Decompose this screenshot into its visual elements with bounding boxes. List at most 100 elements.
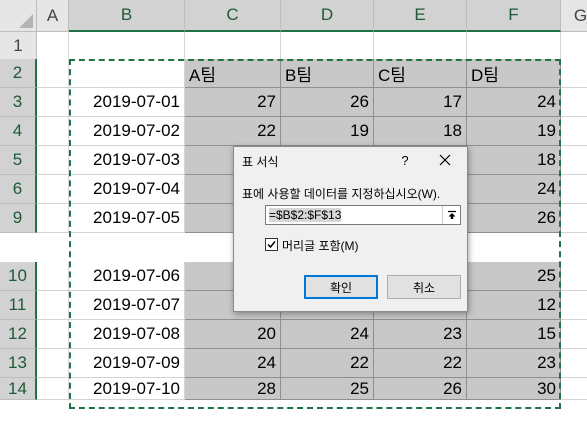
cell-g2[interactable] bbox=[561, 59, 587, 88]
table-cell[interactable]: 25 bbox=[467, 262, 561, 291]
dialog-title: 표 서식 bbox=[242, 155, 279, 169]
table-header-cell[interactable]: B팀 bbox=[281, 59, 374, 88]
cell-b1[interactable] bbox=[69, 32, 185, 61]
table-cell[interactable]: 26 bbox=[374, 378, 467, 400]
table-cell[interactable]: 23 bbox=[467, 349, 561, 378]
close-button[interactable] bbox=[432, 149, 458, 171]
cell-c1[interactable] bbox=[185, 32, 281, 61]
table-cell[interactable]: 18 bbox=[374, 117, 467, 146]
help-button[interactable]: ? bbox=[392, 149, 418, 171]
column-header-a[interactable]: A bbox=[37, 0, 69, 32]
close-icon bbox=[439, 154, 451, 166]
column-header-e[interactable]: E bbox=[374, 0, 467, 32]
range-input[interactable]: =$B$2:$F$13 bbox=[265, 205, 461, 225]
cell-g5[interactable] bbox=[561, 146, 587, 175]
table-header-cell[interactable]: A팀 bbox=[185, 59, 281, 88]
ok-button[interactable]: 확인 bbox=[304, 275, 378, 299]
table-cell[interactable]: 2019-07-06 bbox=[69, 262, 185, 291]
cell-g6[interactable] bbox=[561, 175, 587, 204]
select-all-corner[interactable] bbox=[0, 0, 37, 32]
row-header-2[interactable]: 2 bbox=[0, 59, 37, 88]
range-value: =$B$2:$F$13 bbox=[269, 208, 342, 222]
table-cell[interactable]: 2019-07-02 bbox=[69, 117, 185, 146]
table-header-cell[interactable]: D팀 bbox=[467, 59, 561, 88]
row-header-4[interactable]: 4 bbox=[0, 117, 37, 146]
table-cell[interactable]: 2019-07-09 bbox=[69, 349, 185, 378]
table-cell[interactable]: 2019-07-04 bbox=[69, 175, 185, 204]
cell-g11[interactable] bbox=[561, 291, 587, 320]
cell-a5[interactable] bbox=[37, 146, 69, 175]
cell-a9[interactable] bbox=[37, 204, 69, 233]
cell-a10[interactable] bbox=[37, 262, 69, 291]
collapse-dialog-button[interactable] bbox=[442, 206, 460, 224]
cell-g3[interactable] bbox=[561, 88, 587, 117]
cell-g13[interactable] bbox=[561, 349, 587, 378]
table-cell[interactable]: 22 bbox=[374, 349, 467, 378]
column-header-b[interactable]: B bbox=[69, 0, 185, 32]
row-header-12[interactable]: 12 bbox=[0, 320, 37, 349]
cell-a11[interactable] bbox=[37, 291, 69, 320]
table-cell[interactable]: 2019-07-08 bbox=[69, 320, 185, 349]
table-cell[interactable]: 19 bbox=[467, 117, 561, 146]
table-cell[interactable]: 17 bbox=[374, 88, 467, 117]
table-cell[interactable]: 15 bbox=[467, 320, 561, 349]
table-cell[interactable]: 2019-07-03 bbox=[69, 146, 185, 175]
table-cell[interactable]: 12 bbox=[467, 291, 561, 320]
table-cell[interactable]: 30 bbox=[467, 378, 561, 400]
row-header-9[interactable]: 9 bbox=[0, 204, 37, 233]
table-cell[interactable]: 2019-07-05 bbox=[69, 204, 185, 233]
table-cell[interactable]: 26 bbox=[281, 88, 374, 117]
header-checkbox-label[interactable]: 머리글 포함(M) bbox=[282, 237, 359, 254]
table-cell[interactable]: 2019-07-10 bbox=[69, 378, 185, 400]
table-cell[interactable]: 24 bbox=[467, 88, 561, 117]
row-header-10[interactable]: 10 bbox=[0, 262, 37, 291]
cell-g9[interactable] bbox=[561, 204, 587, 233]
cell-d1[interactable] bbox=[281, 32, 374, 61]
table-cell[interactable]: 22 bbox=[185, 117, 281, 146]
table-cell[interactable]: 2019-07-07 bbox=[69, 291, 185, 320]
cell-a6[interactable] bbox=[37, 175, 69, 204]
cell-g12[interactable] bbox=[561, 320, 587, 349]
table-cell[interactable]: 19 bbox=[281, 117, 374, 146]
table-cell[interactable]: 24 bbox=[467, 175, 561, 204]
header-checkbox[interactable] bbox=[265, 238, 278, 251]
table-cell[interactable]: 22 bbox=[281, 349, 374, 378]
table-cell[interactable]: 23 bbox=[374, 320, 467, 349]
cell-a13[interactable] bbox=[37, 349, 69, 378]
cell-a2[interactable] bbox=[37, 59, 69, 88]
cell-a1[interactable] bbox=[37, 32, 69, 61]
cell-f1[interactable] bbox=[467, 32, 561, 61]
row-header-14[interactable]: 14 bbox=[0, 378, 37, 400]
row-header-5[interactable]: 5 bbox=[0, 146, 37, 175]
cancel-button[interactable]: 취소 bbox=[387, 275, 461, 299]
column-header-g[interactable]: G bbox=[561, 0, 587, 32]
table-cell[interactable]: 28 bbox=[185, 378, 281, 400]
cell-a14[interactable] bbox=[37, 378, 69, 400]
table-cell[interactable]: 24 bbox=[185, 349, 281, 378]
cell-a4[interactable] bbox=[37, 117, 69, 146]
column-header-d[interactable]: D bbox=[281, 0, 374, 32]
cell-e1[interactable] bbox=[374, 32, 467, 61]
table-cell[interactable]: 27 bbox=[185, 88, 281, 117]
table-header-cell[interactable]: C팀 bbox=[374, 59, 467, 88]
row-header-11[interactable]: 11 bbox=[0, 291, 37, 320]
table-cell[interactable]: 25 bbox=[281, 378, 374, 400]
cell-a3[interactable] bbox=[37, 88, 69, 117]
table-cell[interactable]: 24 bbox=[281, 320, 374, 349]
row-header-3[interactable]: 3 bbox=[0, 88, 37, 117]
column-header-c[interactable]: C bbox=[185, 0, 281, 32]
table-cell[interactable]: 26 bbox=[467, 204, 561, 233]
row-header-6[interactable]: 6 bbox=[0, 175, 37, 204]
cell-g10[interactable] bbox=[561, 262, 587, 291]
cell-g4[interactable] bbox=[561, 117, 587, 146]
table-cell[interactable]: 18 bbox=[467, 146, 561, 175]
table-cell[interactable]: 2019-07-01 bbox=[69, 88, 185, 117]
cell-a12[interactable] bbox=[37, 320, 69, 349]
row-header-1[interactable]: 1 bbox=[0, 32, 37, 61]
row-header-13[interactable]: 13 bbox=[0, 349, 37, 378]
table-header-cell[interactable] bbox=[69, 59, 185, 88]
cell-g14[interactable] bbox=[561, 378, 587, 400]
table-cell[interactable]: 20 bbox=[185, 320, 281, 349]
column-header-f[interactable]: F bbox=[467, 0, 561, 32]
cell-g1[interactable] bbox=[561, 32, 587, 61]
